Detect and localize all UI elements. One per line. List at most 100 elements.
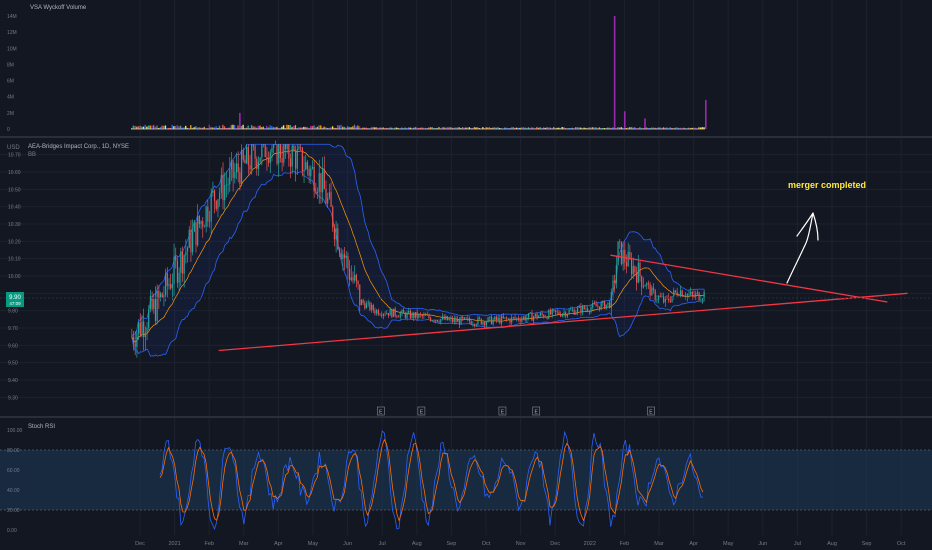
volume-bar [338, 125, 341, 129]
candle-body [556, 311, 558, 313]
candle-body [360, 300, 363, 306]
trading-chart[interactable]: VSA Wyckoff Volume 14M 12M 10M 8M 6M 4M 2M 0 AE… [0, 0, 932, 550]
candle-body [149, 295, 152, 310]
candle-body [681, 290, 683, 297]
candle-body [588, 310, 590, 312]
volume-bar [247, 125, 249, 129]
volume-bar [134, 125, 136, 129]
price-tick-label: 9.40 [8, 378, 18, 384]
candle-body [332, 206, 334, 228]
candle-body [295, 150, 297, 169]
volume-tick-label: 4M [7, 95, 14, 101]
candle-body [565, 312, 567, 317]
candle-body [462, 316, 464, 319]
stoch-panel-title[interactable]: Stoch RSI [28, 424, 55, 430]
candle-body [539, 313, 541, 316]
volume-bar [357, 125, 359, 129]
candle-body [465, 317, 467, 319]
candle-body [330, 192, 332, 207]
volume-bar [309, 125, 312, 129]
candle-body [165, 273, 167, 296]
candle-body [186, 247, 189, 252]
price-tick-label: 9.50 [8, 361, 18, 367]
time-axis-label: Jun [343, 541, 352, 547]
candle-body [347, 255, 349, 269]
candle-body [303, 169, 305, 172]
candle-body [676, 291, 678, 296]
time-axis-label: Dec [550, 541, 560, 547]
candle-body [630, 257, 633, 275]
candle-body [384, 313, 386, 315]
merger-annotation[interactable]: merger completed [788, 180, 866, 190]
candle-body [527, 313, 530, 318]
volume-bar [223, 126, 226, 129]
stoch-tick-label: 0.00 [7, 528, 17, 534]
volume-bar [311, 126, 313, 129]
candle-body [362, 300, 364, 304]
candle-body [490, 316, 493, 325]
candle-body [671, 296, 673, 302]
candle-body [213, 190, 216, 202]
candle-body [641, 275, 643, 288]
time-axis-label: Aug [412, 541, 422, 547]
candle-body [205, 206, 207, 227]
candle-body [568, 310, 570, 314]
candle-body [235, 163, 238, 173]
stoch-band [0, 450, 932, 510]
volume-bar [288, 124, 290, 129]
candle-body [256, 158, 258, 169]
candle-body [173, 256, 175, 284]
candle-body [409, 310, 411, 319]
candle-body [612, 280, 614, 293]
candle-body [281, 158, 283, 163]
volume-bar [282, 125, 285, 129]
candle-body [688, 293, 690, 295]
time-axis-label: Feb [204, 541, 213, 547]
volume-tick-label: 6M [7, 79, 14, 85]
candle-body [443, 316, 445, 320]
candle-body [345, 255, 347, 258]
candle-body [247, 146, 249, 166]
candle-body [555, 310, 557, 312]
candle-body [143, 321, 145, 338]
candle-body [399, 313, 401, 318]
candle-body [669, 300, 671, 302]
candle-body [644, 285, 646, 287]
candle-body [605, 304, 607, 309]
candle-body [320, 173, 322, 193]
candle-body [175, 256, 177, 261]
candle-body [634, 266, 636, 273]
candle-body [203, 226, 206, 228]
candle-body [441, 316, 444, 320]
volume-bar [233, 125, 236, 129]
time-axis-label: Oct [482, 541, 491, 547]
price-legend[interactable]: AEA-Bridges Impact Corp., 1D, NYSE [28, 144, 129, 150]
candle-body [153, 299, 155, 310]
candle-body [497, 317, 499, 321]
volume-bar [147, 125, 150, 129]
volume-panel-title: VSA Wyckoff Volume [30, 5, 87, 11]
candle-body [212, 190, 214, 193]
candle-body [259, 157, 261, 162]
candle-body [257, 161, 260, 169]
candle-body [446, 316, 449, 321]
candle-body [571, 309, 574, 311]
price-tick-label: 10.40 [8, 205, 21, 211]
candle-body [138, 322, 140, 334]
candle-body [318, 173, 320, 192]
candle-body [274, 144, 276, 145]
candle-body [327, 197, 329, 204]
candle-body [544, 316, 547, 318]
candle-body [659, 296, 661, 297]
candle-body [690, 291, 692, 294]
price-tick-label: 9.60 [8, 343, 18, 349]
candle-body [286, 144, 288, 149]
indicator-legend[interactable]: BB [28, 152, 36, 158]
time-axis-label: 2022 [584, 541, 596, 547]
time-axis-label: Dec [135, 541, 145, 547]
volume-bar [271, 126, 273, 129]
candle-body [701, 298, 704, 301]
volume-bar [269, 125, 271, 129]
candle-body [251, 144, 253, 170]
volume-bar [185, 125, 187, 129]
